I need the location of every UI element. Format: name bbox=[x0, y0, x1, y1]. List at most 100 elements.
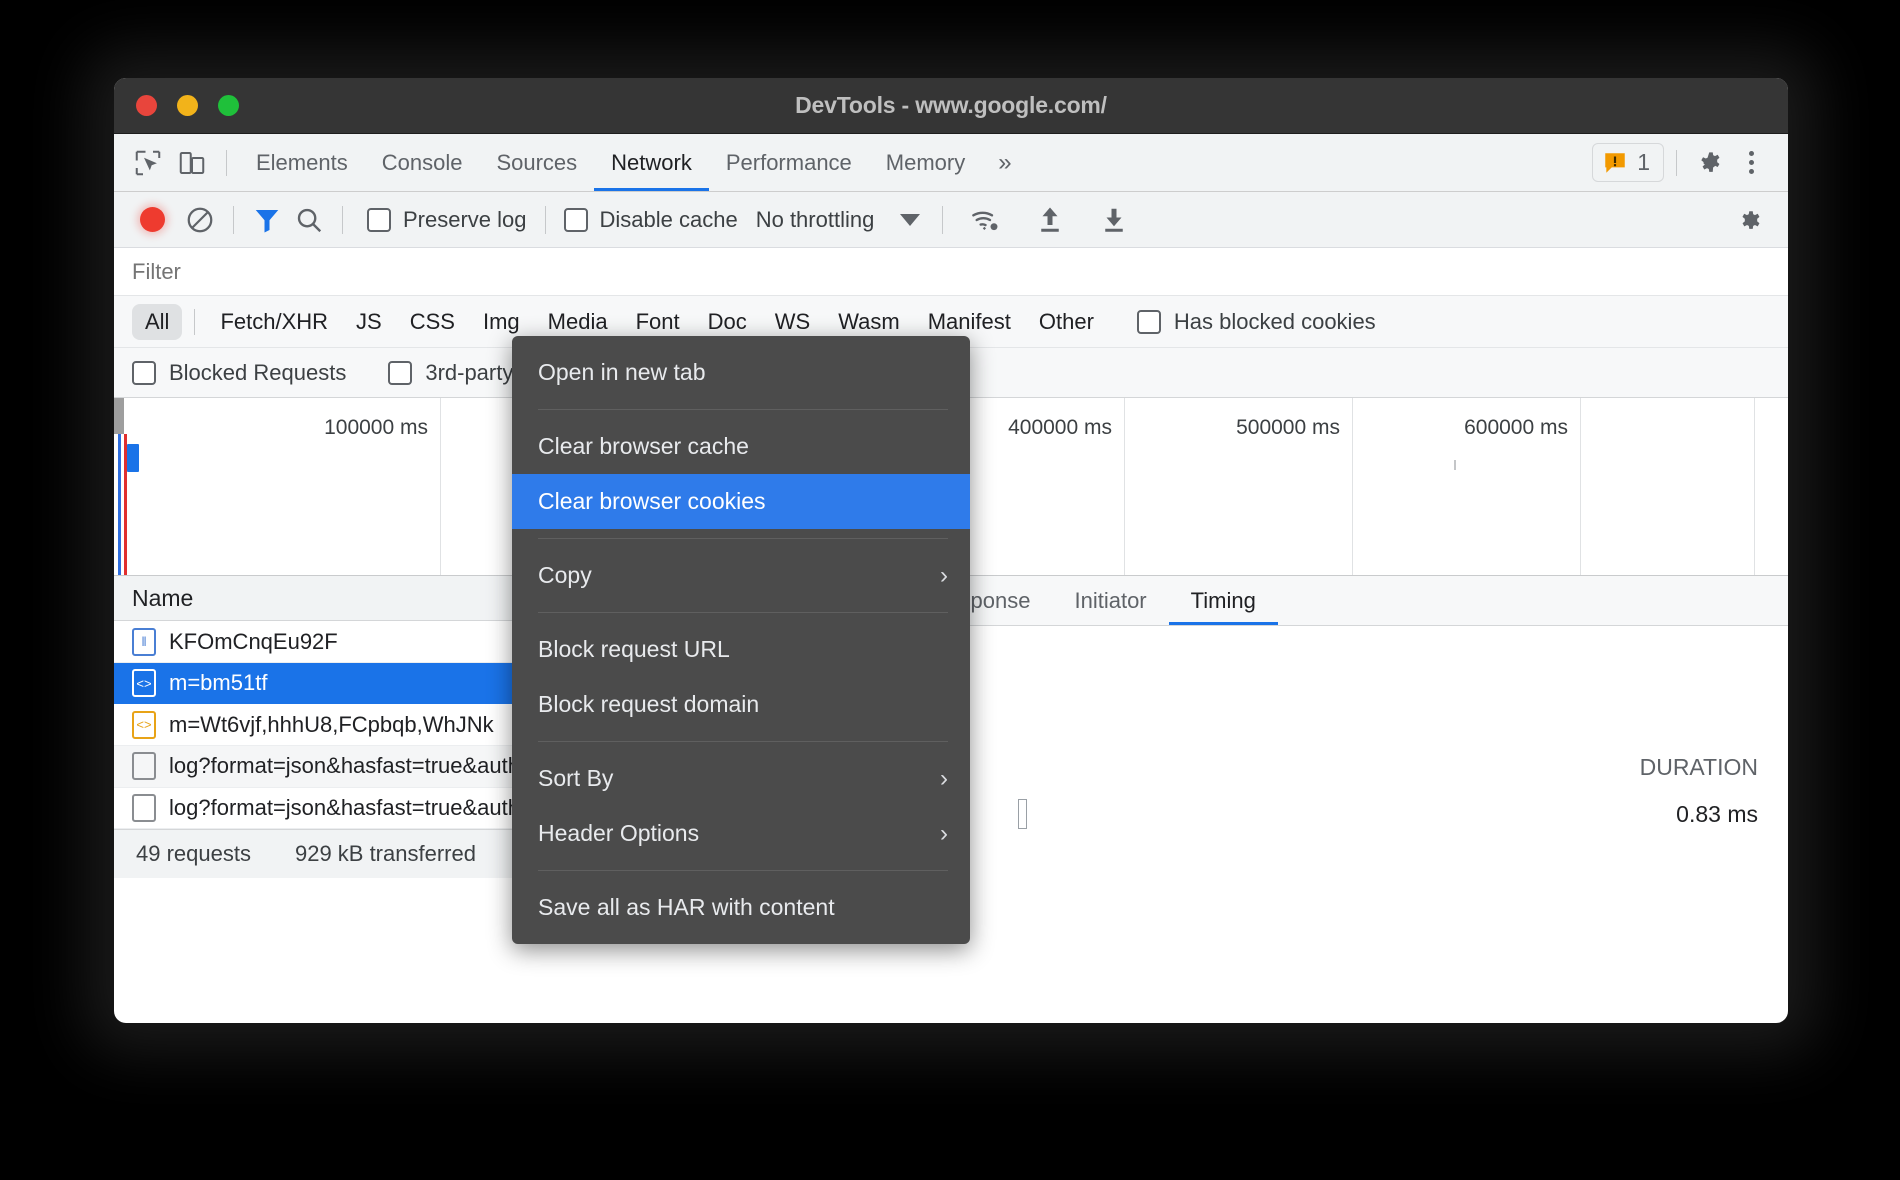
overview-gridline bbox=[1580, 398, 1581, 575]
inspect-cursor-icon[interactable] bbox=[126, 141, 170, 185]
chevron-down-icon[interactable] bbox=[900, 214, 920, 226]
timing-bar bbox=[1018, 799, 1027, 829]
menu-item-clear-browser-cookies[interactable]: Clear browser cookies bbox=[512, 474, 970, 529]
type-filter-manifest[interactable]: Manifest bbox=[915, 304, 1024, 340]
has-blocked-cookies-label: Has blocked cookies bbox=[1174, 309, 1376, 335]
filter-button[interactable] bbox=[246, 199, 288, 241]
dom-content-loaded-marker bbox=[118, 434, 121, 575]
menu-item-block-request-url[interactable]: Block request URL bbox=[512, 622, 970, 677]
overview-tick-label: 600000 ms bbox=[1464, 416, 1580, 440]
tab-network[interactable]: Network bbox=[594, 134, 709, 191]
request-name: m=bm51tf bbox=[169, 670, 267, 696]
type-filter-css[interactable]: CSS bbox=[397, 304, 468, 340]
import-har-icon[interactable] bbox=[1029, 199, 1071, 241]
devtools-window: DevTools - www.google.com/ Elements Cons… bbox=[114, 78, 1788, 1023]
type-filter-img[interactable]: Img bbox=[470, 304, 533, 340]
request-name: m=Wt6vjf,hhhU8,FCpbqb,WhJNk bbox=[169, 712, 494, 738]
tab-elements[interactable]: Elements bbox=[239, 134, 365, 191]
preserve-log-checkbox[interactable]: Preserve log bbox=[367, 207, 527, 233]
export-har-icon[interactable] bbox=[1093, 199, 1135, 241]
overview-scroll-handle[interactable] bbox=[114, 398, 124, 434]
type-filter-ws[interactable]: WS bbox=[762, 304, 823, 340]
menu-item-label: Open in new tab bbox=[538, 359, 706, 386]
more-vertical-icon[interactable] bbox=[1733, 151, 1770, 174]
menu-item-copy[interactable]: Copy › bbox=[512, 548, 970, 603]
type-filter-js[interactable]: JS bbox=[343, 304, 395, 340]
menu-divider bbox=[538, 409, 948, 410]
type-filter-media[interactable]: Media bbox=[535, 304, 621, 340]
chevron-right-icon: › bbox=[940, 765, 948, 793]
context-menu[interactable]: Open in new tab Clear browser cache Clea… bbox=[512, 336, 970, 944]
overview-gridline bbox=[1352, 398, 1353, 575]
column-header-name: Name bbox=[132, 585, 193, 612]
menu-item-sort-by[interactable]: Sort By › bbox=[512, 751, 970, 806]
type-filter-fetch-xhr[interactable]: Fetch/XHR bbox=[207, 304, 341, 340]
close-window-button[interactable] bbox=[136, 95, 157, 116]
third-party-box[interactable] bbox=[388, 361, 412, 385]
overview-gridline bbox=[1124, 398, 1125, 575]
has-blocked-cookies-box[interactable] bbox=[1137, 310, 1161, 334]
tab-label: Elements bbox=[256, 150, 348, 176]
has-blocked-cookies-checkbox[interactable]: Has blocked cookies bbox=[1137, 309, 1376, 335]
overview-tick-label: 100000 ms bbox=[324, 416, 440, 440]
tab-label: Network bbox=[611, 150, 692, 176]
menu-item-open-in-new-tab[interactable]: Open in new tab bbox=[512, 345, 970, 400]
gear-icon[interactable] bbox=[1689, 141, 1733, 185]
network-settings-gear-icon[interactable] bbox=[1730, 199, 1772, 241]
menu-item-header-options[interactable]: Header Options › bbox=[512, 806, 970, 861]
maximize-window-button[interactable] bbox=[218, 95, 239, 116]
menu-item-label: Block request URL bbox=[538, 636, 730, 663]
type-filter-all[interactable]: All bbox=[132, 304, 182, 340]
menu-item-label: Sort By bbox=[538, 765, 613, 792]
overview-tick-label: 400000 ms bbox=[1008, 416, 1124, 440]
disable-cache-box[interactable] bbox=[564, 208, 588, 232]
warning-count: 1 bbox=[1637, 149, 1650, 176]
record-button[interactable] bbox=[140, 207, 165, 232]
menu-item-block-request-domain[interactable]: Block request domain bbox=[512, 677, 970, 732]
tab-label: Performance bbox=[726, 150, 852, 176]
disable-cache-checkbox[interactable]: Disable cache bbox=[564, 207, 738, 233]
toolbar-divider-6 bbox=[942, 206, 943, 234]
tab-timing[interactable]: Timing bbox=[1169, 576, 1278, 625]
menu-item-clear-browser-cache[interactable]: Clear browser cache bbox=[512, 419, 970, 474]
blocked-requests-label: Blocked Requests bbox=[169, 360, 346, 386]
tab-memory[interactable]: Memory bbox=[869, 134, 982, 191]
toolbar-divider-2 bbox=[1676, 150, 1677, 176]
menu-divider bbox=[538, 612, 948, 613]
tab-console[interactable]: Console bbox=[365, 134, 480, 191]
generic-file-icon bbox=[132, 794, 156, 822]
tab-sources[interactable]: Sources bbox=[479, 134, 594, 191]
type-filter-doc[interactable]: Doc bbox=[695, 304, 760, 340]
menu-divider bbox=[538, 741, 948, 742]
blocked-requests-box[interactable] bbox=[132, 361, 156, 385]
search-button[interactable] bbox=[288, 199, 330, 241]
throttling-select[interactable]: No throttling bbox=[756, 207, 921, 233]
type-filter-wasm[interactable]: Wasm bbox=[825, 304, 913, 340]
timing-phase-duration: 0.83 ms bbox=[1588, 801, 1758, 828]
chevron-right-icon: › bbox=[940, 562, 948, 590]
overview-request-bar bbox=[127, 444, 139, 472]
menu-item-label: Header Options bbox=[538, 820, 699, 847]
network-conditions-icon[interactable] bbox=[965, 199, 1007, 241]
blocked-requests-checkbox[interactable]: Blocked Requests bbox=[132, 360, 346, 386]
tab-performance[interactable]: Performance bbox=[709, 134, 869, 191]
more-tabs-icon[interactable]: » bbox=[982, 149, 1027, 177]
type-filter-other[interactable]: Other bbox=[1026, 304, 1107, 340]
title-bar: DevTools - www.google.com/ bbox=[114, 78, 1788, 134]
status-transferred: 929 kB transferred bbox=[273, 841, 498, 867]
device-toolbar-icon[interactable] bbox=[170, 141, 214, 185]
panel-tab-bar: Elements Console Sources Network Perform… bbox=[114, 134, 1788, 192]
clear-button[interactable] bbox=[179, 199, 221, 241]
filter-input[interactable] bbox=[132, 259, 892, 285]
timing-bar-cell bbox=[1018, 799, 1588, 829]
menu-item-label: Block request domain bbox=[538, 691, 759, 718]
type-filter-font[interactable]: Font bbox=[623, 304, 693, 340]
preserve-log-box[interactable] bbox=[367, 208, 391, 232]
minimize-window-button[interactable] bbox=[177, 95, 198, 116]
menu-item-save-all-as-har[interactable]: Save all as HAR with content bbox=[512, 880, 970, 935]
type-divider bbox=[194, 309, 195, 335]
tab-label: Sources bbox=[496, 150, 577, 176]
traffic-lights bbox=[136, 95, 239, 116]
tab-initiator[interactable]: Initiator bbox=[1052, 576, 1168, 625]
warning-badge[interactable]: 1 bbox=[1592, 143, 1664, 182]
